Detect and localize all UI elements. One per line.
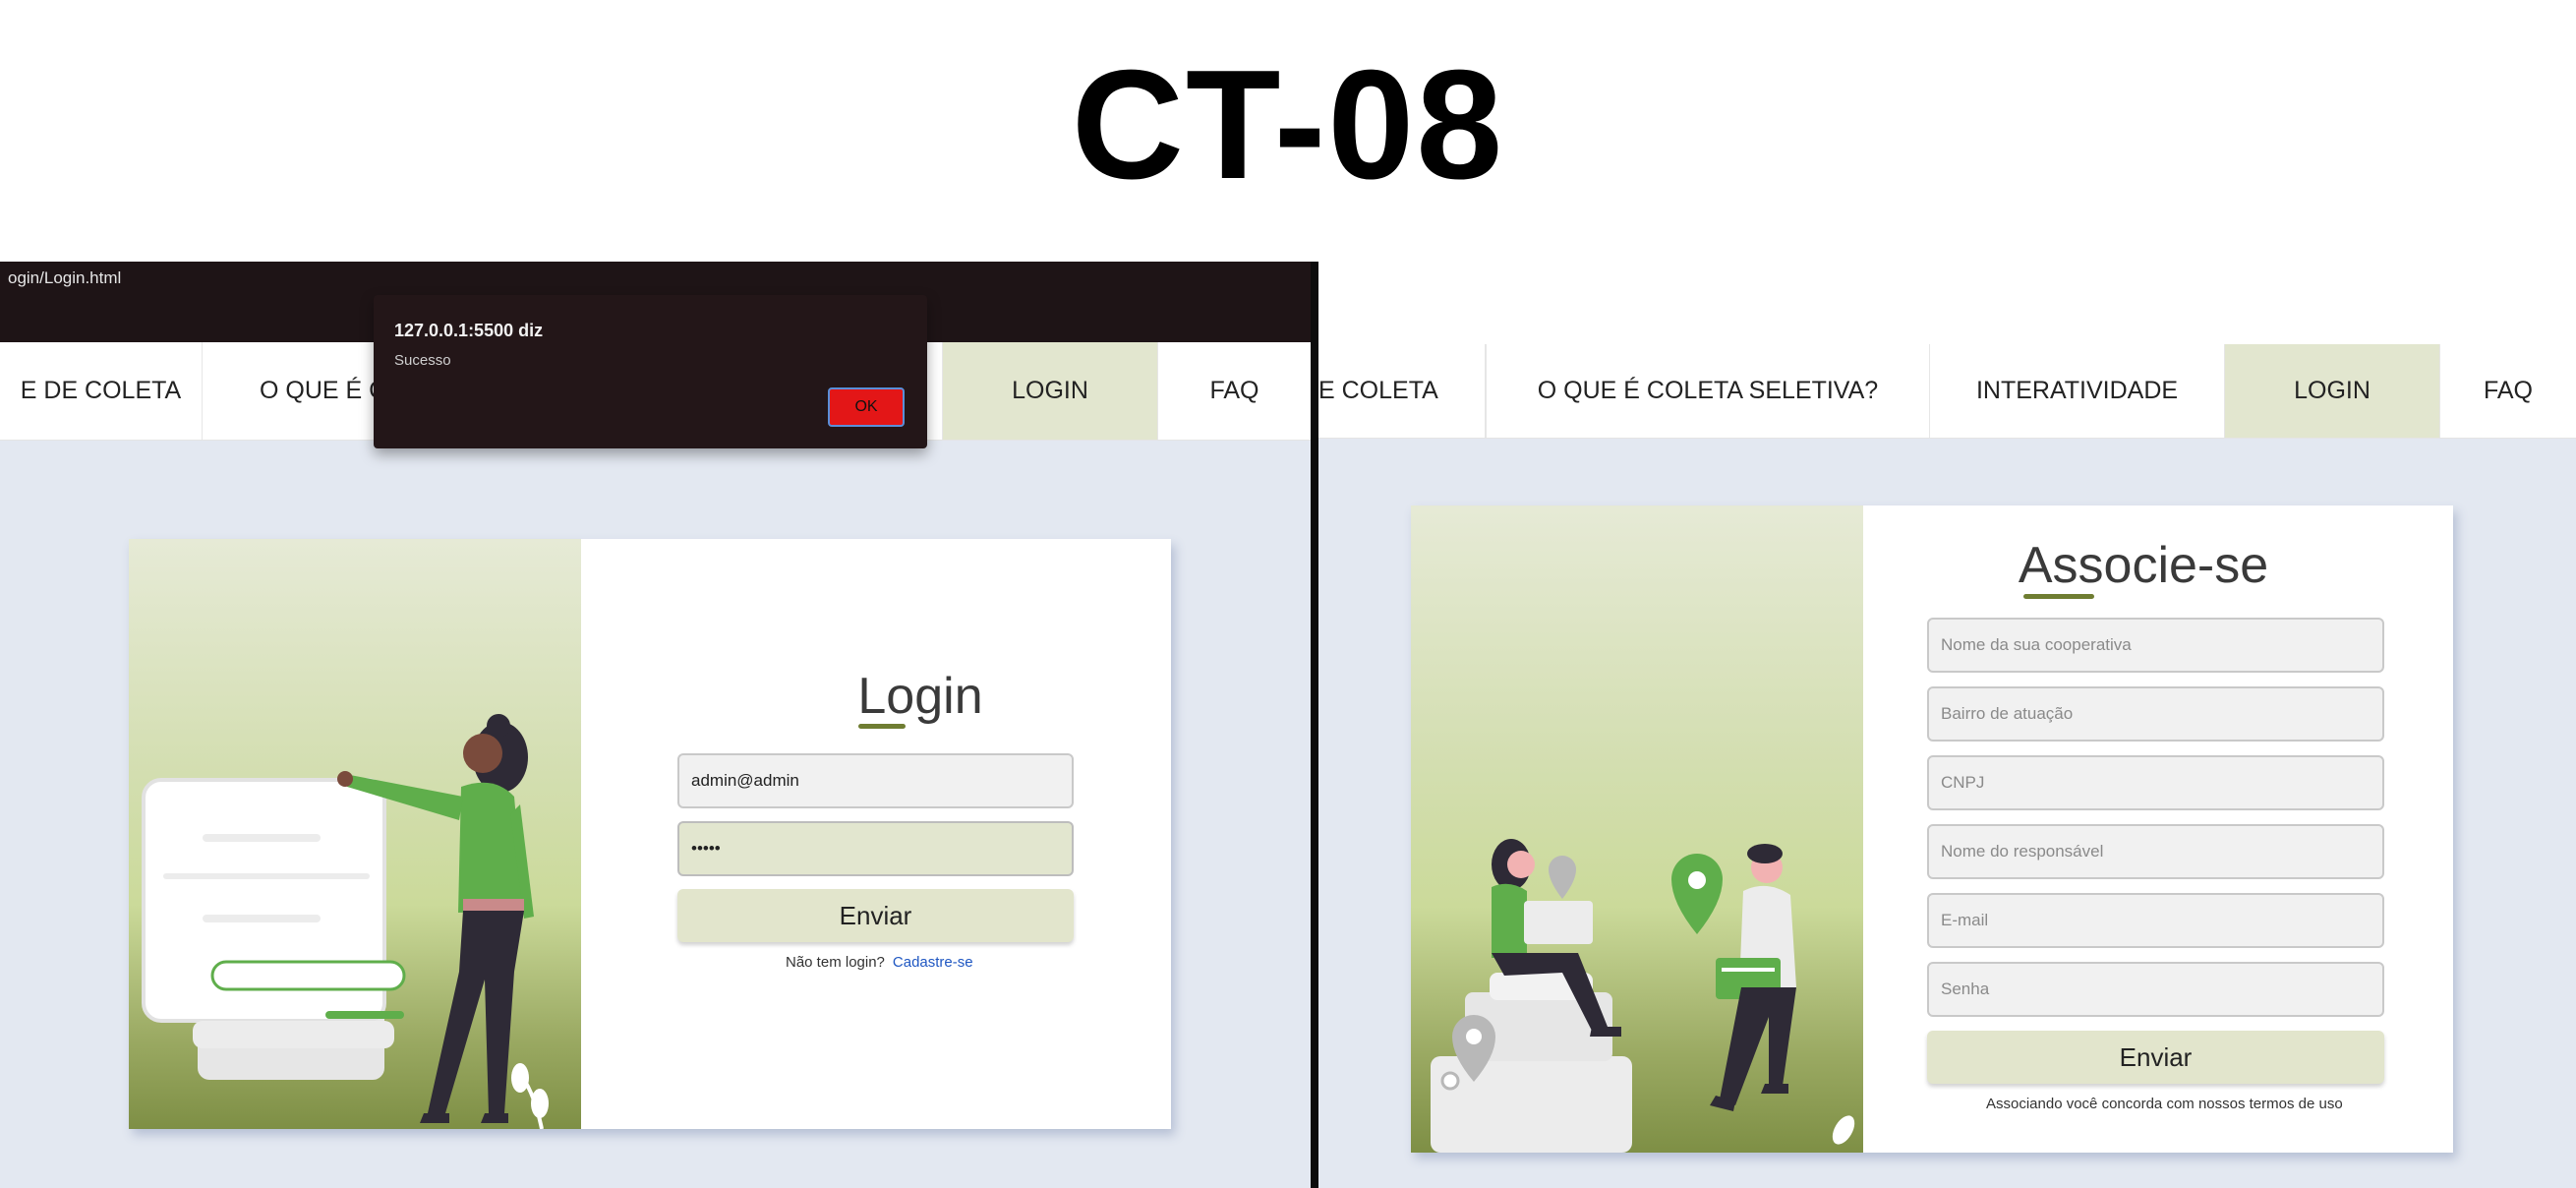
- right-navbar: E COLETA O QUE É COLETA SELETIVA? INTERA…: [1318, 344, 2576, 439]
- signup-illustration: [1411, 505, 1863, 1153]
- nav-item-faq[interactable]: FAQ: [1158, 342, 1311, 440]
- browser-alert-dialog: 127.0.0.1:5500 diz Sucesso OK: [374, 295, 927, 448]
- login-title-text: Login: [857, 668, 983, 725]
- nav-item-o-que-e-coleta-seletiva[interactable]: O QUE É COLETA SELETIVA?: [1486, 344, 1930, 438]
- url-text: ogin/Login.html: [8, 268, 122, 287]
- senha-field[interactable]: [1927, 962, 2384, 1017]
- signup-card: Associe-se Enviar Associando você concor…: [1411, 505, 2453, 1153]
- signup-submit-button[interactable]: Enviar: [1927, 1031, 2384, 1084]
- nav-item-faq[interactable]: FAQ: [2440, 344, 2576, 438]
- login-card: Login Enviar Não tem login? Cadastre-se: [129, 539, 1171, 1129]
- nav-item-pontos-de-coleta[interactable]: E DE COLETA: [0, 342, 203, 440]
- terms-text: Associando você concorda com nossos term…: [1986, 1096, 2343, 1112]
- password-field[interactable]: [677, 821, 1074, 876]
- email-field[interactable]: [677, 753, 1074, 808]
- nav-item-o-que-e-coleta[interactable]: O QUE É C: [203, 342, 399, 440]
- right-top-area: [1318, 262, 2576, 344]
- signup-title-text: Associe-se: [2018, 537, 2269, 594]
- title-underline: [2023, 594, 2094, 599]
- nav-item-interatividade[interactable]: INTERATIVIDADE: [1930, 344, 2225, 438]
- alert-message: Sucesso: [394, 352, 451, 369]
- cooperativa-field[interactable]: [1927, 618, 2384, 673]
- login-illustration: [129, 539, 581, 1129]
- login-title: Login: [817, 667, 1024, 729]
- nav-item-pontos-de-coleta[interactable]: E COLETA: [1318, 344, 1486, 438]
- panel-divider: [1311, 262, 1318, 1188]
- people-recycling-illustration: [1431, 839, 1855, 1153]
- email-field[interactable]: [1927, 893, 2384, 948]
- no-account-text: Não tem login?: [786, 954, 885, 971]
- bairro-field[interactable]: [1927, 686, 2384, 742]
- woman-with-board-illustration: [142, 714, 549, 1129]
- signup-link[interactable]: Cadastre-se: [893, 954, 973, 971]
- signup-title: Associe-se: [2016, 535, 2271, 599]
- title-underline: [858, 724, 906, 729]
- login-submit-button[interactable]: Enviar: [677, 889, 1074, 942]
- right-signup-screenshot: E COLETA O QUE É COLETA SELETIVA? INTERA…: [1318, 262, 2576, 1188]
- signup-prompt: Não tem login? Cadastre-se: [786, 954, 973, 971]
- responsavel-field[interactable]: [1927, 824, 2384, 879]
- nav-item-login[interactable]: LOGIN: [2225, 344, 2440, 438]
- left-login-screenshot: ogin/Login.html E DE COLETA O QUE É C LO…: [0, 262, 1311, 1188]
- ct-heading: CT-08: [1071, 38, 1505, 211]
- alert-title: 127.0.0.1:5500 diz: [394, 321, 544, 340]
- nav-item-login[interactable]: LOGIN: [942, 342, 1158, 440]
- alert-ok-button[interactable]: OK: [828, 387, 905, 427]
- cnpj-field[interactable]: [1927, 755, 2384, 810]
